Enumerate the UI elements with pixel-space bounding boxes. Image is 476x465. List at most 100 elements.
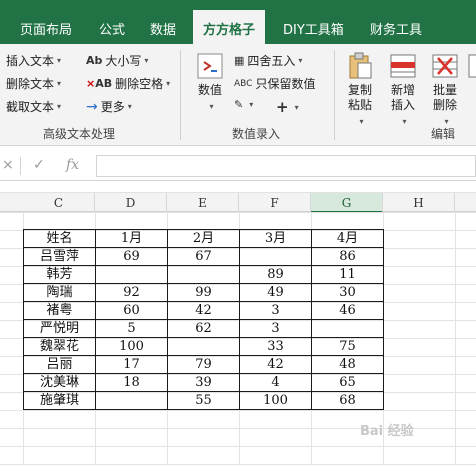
name-cell[interactable]: 吕雪萍: [23, 247, 96, 266]
header-cell[interactable]: 4月: [311, 229, 384, 248]
value-cell[interactable]: 79: [167, 355, 240, 374]
column-header-h[interactable]: H: [383, 193, 455, 213]
value-cell[interactable]: 89: [239, 265, 312, 284]
keep-numbers-label: 只保留数值: [255, 77, 316, 91]
value-cell[interactable]: 99: [167, 283, 240, 302]
ribbon-separator: [180, 50, 181, 140]
value-cell[interactable]: 68: [311, 391, 384, 410]
column-header-c[interactable]: C: [23, 193, 95, 213]
formula-input[interactable]: [96, 155, 476, 177]
header-cell[interactable]: 1月: [95, 229, 168, 248]
tab-data[interactable]: 数据: [150, 19, 176, 38]
value-cell[interactable]: [167, 265, 240, 284]
header-cell[interactable]: 3月: [239, 229, 312, 248]
header-cell[interactable]: 姓名: [23, 229, 96, 248]
column-header-row: C D E F G H: [0, 192, 476, 213]
value-cell[interactable]: 46: [311, 301, 384, 320]
delete-text-button[interactable]: 删除文本 ▾: [6, 75, 61, 92]
batch-delete-icon: [432, 54, 458, 78]
table-row: 韩芳 89 11: [23, 265, 384, 284]
column-header-d[interactable]: D: [95, 193, 167, 213]
value-cell[interactable]: 100: [95, 337, 168, 356]
chevron-down-icon: ▾: [209, 102, 214, 111]
number-button[interactable]: 数值 ▾: [190, 52, 230, 114]
column-header-e[interactable]: E: [167, 193, 239, 213]
plus-icon: +: [276, 98, 289, 116]
name-cell[interactable]: 严悦明: [23, 319, 96, 338]
tab-fangfang[interactable]: 方方格子: [193, 10, 266, 44]
value-cell[interactable]: [311, 319, 384, 338]
cancel-icon[interactable]: ×: [2, 157, 14, 173]
name-cell[interactable]: 褚粤: [23, 301, 96, 320]
tab-finance-tools[interactable]: 财务工具: [370, 19, 422, 38]
header-cell[interactable]: 2月: [167, 229, 240, 248]
table-row: 吕雪萍 69 67 86: [23, 247, 384, 266]
value-cell[interactable]: 3: [239, 319, 312, 338]
value-cell[interactable]: 3: [239, 301, 312, 320]
group-label-edit: 编辑: [431, 127, 456, 141]
edit-format-button[interactable]: ✎ ▾: [234, 98, 253, 111]
value-cell[interactable]: [95, 391, 168, 410]
batch-delete-button[interactable]: 批量删除 ▾: [425, 52, 465, 129]
add-insert-button[interactable]: 新增插入 ▾: [383, 52, 423, 129]
value-cell[interactable]: 33: [239, 337, 312, 356]
chevron-down-icon: ▾: [298, 56, 303, 65]
value-cell[interactable]: [167, 337, 240, 356]
tab-formulas[interactable]: 公式: [99, 19, 125, 38]
name-cell[interactable]: 施肇琪: [23, 391, 96, 410]
name-cell[interactable]: 吕丽: [23, 355, 96, 374]
ribbon-tabs: 页面布局 公式 数据 方方格子 DIY工具箱 财务工具: [0, 10, 476, 44]
name-cell[interactable]: 魏翠花: [23, 337, 96, 356]
insert-text-button[interactable]: 插入文本 ▾: [6, 52, 61, 69]
value-cell[interactable]: 60: [95, 301, 168, 320]
value-cell[interactable]: 5: [95, 319, 168, 338]
value-cell[interactable]: 75: [311, 337, 384, 356]
value-cell[interactable]: 86: [311, 247, 384, 266]
copy-paste-button[interactable]: 复制粘贴 ▾: [340, 52, 380, 129]
tab-diy-toolbox[interactable]: DIY工具箱: [283, 19, 344, 38]
value-cell[interactable]: 67: [167, 247, 240, 266]
value-cell[interactable]: 39: [167, 373, 240, 392]
value-cell[interactable]: 4: [239, 373, 312, 392]
round-button[interactable]: ▦ 四舍五入 ▾: [234, 52, 302, 69]
value-cell[interactable]: 11: [311, 265, 384, 284]
name-cell[interactable]: 陶瑞: [23, 283, 96, 302]
table-row: 陶瑞 92 99 49 30: [23, 283, 384, 302]
value-cell[interactable]: 100: [239, 391, 312, 410]
column-header-f[interactable]: F: [239, 193, 311, 213]
value-cell[interactable]: 42: [239, 355, 312, 374]
chevron-down-icon: ▾: [166, 79, 171, 88]
case-button[interactable]: Ab 大小写 ▾: [86, 52, 148, 69]
value-cell[interactable]: 65: [311, 373, 384, 392]
value-cell[interactable]: 69: [95, 247, 168, 266]
abc-icon: ABC: [234, 78, 253, 89]
fx-icon[interactable]: fx: [66, 157, 79, 173]
table-row: 施肇琪 55 100 68: [23, 391, 384, 410]
value-cell[interactable]: 92: [95, 283, 168, 302]
name-cell[interactable]: 沈美琳: [23, 373, 96, 392]
value-cell[interactable]: 42: [167, 301, 240, 320]
value-cell[interactable]: 30: [311, 283, 384, 302]
add-button[interactable]: + ▾: [276, 98, 299, 116]
value-cell[interactable]: 49: [239, 283, 312, 302]
value-cell[interactable]: [239, 247, 312, 266]
more-button[interactable]: → 更多 ▾: [86, 98, 132, 115]
column-header-g[interactable]: G: [311, 193, 383, 213]
more-label: 更多: [100, 100, 125, 114]
data-table: 姓名 1月 2月 3月 4月 吕雪萍 69 67 86 韩芳 89 11 陶瑞 92 99 49 30 褚粤 60 4…: [23, 229, 384, 410]
extract-text-button[interactable]: 截取文本 ▾: [6, 98, 61, 115]
remove-spaces-button[interactable]: ×AB 删除空格 ▾: [86, 75, 170, 92]
extract-text-label: 截取文本: [6, 100, 55, 114]
value-cell[interactable]: 18: [95, 373, 168, 392]
name-cell[interactable]: 韩芳: [23, 265, 96, 284]
truncated-button[interactable]: [468, 52, 476, 83]
keep-numbers-button[interactable]: ABC 只保留数值: [234, 75, 315, 92]
value-cell[interactable]: 17: [95, 355, 168, 374]
chevron-down-icon: ▾: [57, 79, 62, 88]
value-cell[interactable]: 62: [167, 319, 240, 338]
value-cell[interactable]: [95, 265, 168, 284]
confirm-icon[interactable]: ✓: [33, 157, 45, 173]
value-cell[interactable]: 55: [167, 391, 240, 410]
value-cell[interactable]: 48: [311, 355, 384, 374]
tab-page-layout[interactable]: 页面布局: [20, 19, 72, 38]
